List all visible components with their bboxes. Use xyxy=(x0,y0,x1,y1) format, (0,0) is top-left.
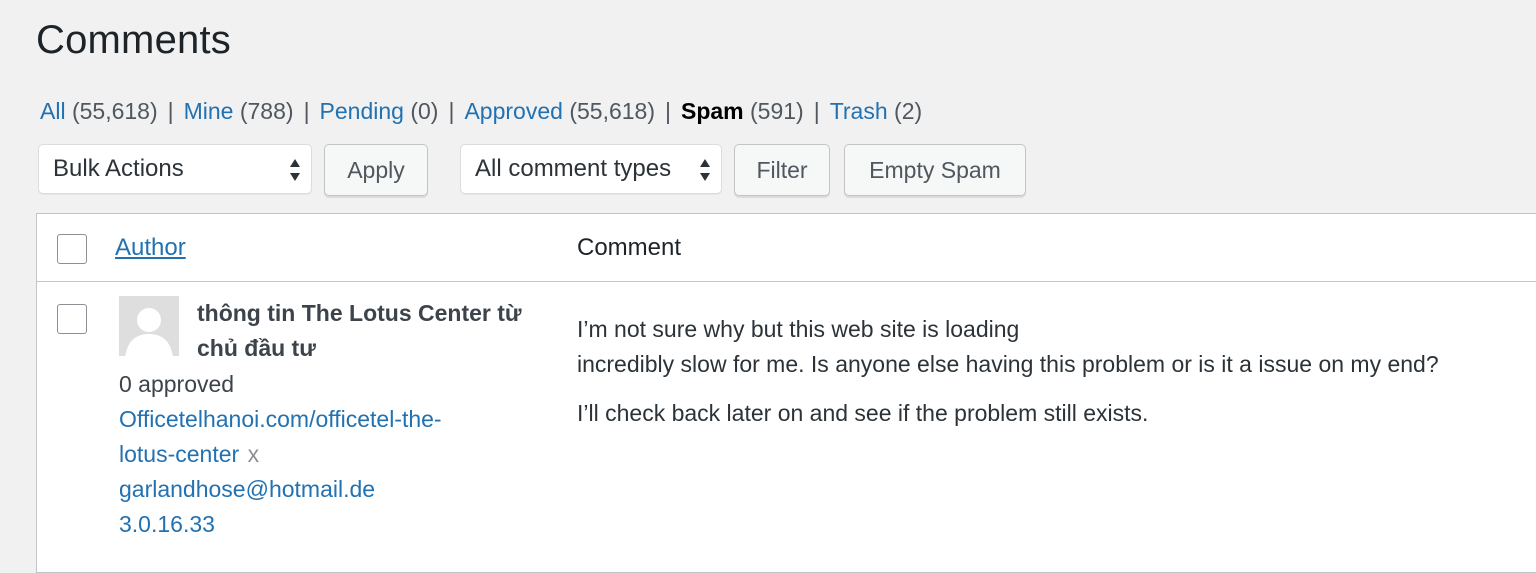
author-ip-link[interactable]: 3.0.16.33 xyxy=(119,511,215,537)
filter-separator: | xyxy=(665,98,671,124)
filter-separator: | xyxy=(448,98,455,124)
filter-spam[interactable]: Spam (591) xyxy=(681,98,804,125)
author-email-link[interactable]: garlandhose@hotmail.de xyxy=(119,476,375,502)
author-meta: 0 approved Officetelhanoi.com/officetel-… xyxy=(119,367,539,542)
filter-mine-link[interactable]: Mine xyxy=(184,98,234,124)
column-comment: Comment xyxy=(577,234,682,261)
filter-button[interactable]: Filter xyxy=(734,144,830,196)
filter-spam-label[interactable]: Spam xyxy=(681,98,744,124)
page-title: Comments xyxy=(36,18,231,62)
comment-line: incredibly slow for me. Is anyone else h… xyxy=(577,351,1439,377)
filter-pending-count: (0) xyxy=(410,98,439,124)
comment-paragraph: I’ll check back later on and see if the … xyxy=(577,400,1149,426)
select-arrows-icon xyxy=(700,159,710,181)
filter-approved-link[interactable]: Approved xyxy=(464,98,562,124)
filter-spam-count: (591) xyxy=(750,98,804,124)
comment-status-filters: All (55,618) | Mine (788) | Pending (0) … xyxy=(40,98,922,125)
author-approved-count: 0 approved xyxy=(119,371,235,397)
author-url-link[interactable]: Officetelhanoi.com/officetel-the- xyxy=(119,406,442,432)
select-arrows-icon xyxy=(290,159,300,181)
table-header: Author Comment xyxy=(37,214,1536,282)
row-checkbox[interactable] xyxy=(57,304,87,334)
author-name: thông tin The Lotus Center từ chủ đầu tư xyxy=(197,300,522,361)
table-row: thông tin The Lotus Center từ chủ đầu tư… xyxy=(37,282,1536,562)
default-avatar-icon xyxy=(119,296,179,356)
filter-trash[interactable]: Trash (2) xyxy=(830,98,922,125)
filter-pending-link[interactable]: Pending xyxy=(320,98,404,124)
comments-table: Author Comment thông tin The Lotus Cente… xyxy=(36,213,1536,573)
filter-mine[interactable]: Mine (788) xyxy=(184,98,294,125)
remove-url-button[interactable]: x xyxy=(248,441,260,467)
author-url-line: lotus-center x xyxy=(119,437,539,472)
filter-mine-count: (788) xyxy=(239,98,294,124)
comment-line: I’m not sure why but this web site is lo… xyxy=(577,316,1020,342)
filter-all-link[interactable]: All xyxy=(40,98,66,124)
filter-separator: | xyxy=(303,98,310,124)
column-author-sort[interactable]: Author xyxy=(115,234,186,262)
bulk-actions-value: Bulk Actions xyxy=(53,155,184,182)
filter-separator: | xyxy=(167,98,174,124)
author-url-line: Officetelhanoi.com/officetel-the- xyxy=(119,402,539,437)
filter-trash-link[interactable]: Trash xyxy=(830,98,888,124)
filter-trash-count: (2) xyxy=(894,98,923,124)
filter-approved[interactable]: Approved (55,618) xyxy=(464,98,655,125)
comment-type-value: All comment types xyxy=(475,155,672,182)
apply-button[interactable]: Apply xyxy=(324,144,428,196)
select-all-checkbox[interactable] xyxy=(57,234,87,264)
filter-pending[interactable]: Pending (0) xyxy=(320,98,439,125)
avatar xyxy=(119,296,179,356)
filter-separator: | xyxy=(813,98,820,124)
comment-text: I’m not sure why but this web site is lo… xyxy=(577,312,1536,445)
filter-all[interactable]: All (55,618) xyxy=(40,98,158,125)
empty-spam-button[interactable]: Empty Spam xyxy=(844,144,1026,196)
filter-approved-count: (55,618) xyxy=(569,98,655,124)
author-url-link-cont[interactable]: lotus-center xyxy=(119,441,239,467)
bulk-actions-select[interactable]: Bulk Actions xyxy=(38,144,312,194)
comment-type-select[interactable]: All comment types xyxy=(460,144,722,194)
filter-all-count: (55,618) xyxy=(71,98,158,124)
comment-paragraph: I’m not sure why but this web site is lo… xyxy=(577,312,1536,382)
